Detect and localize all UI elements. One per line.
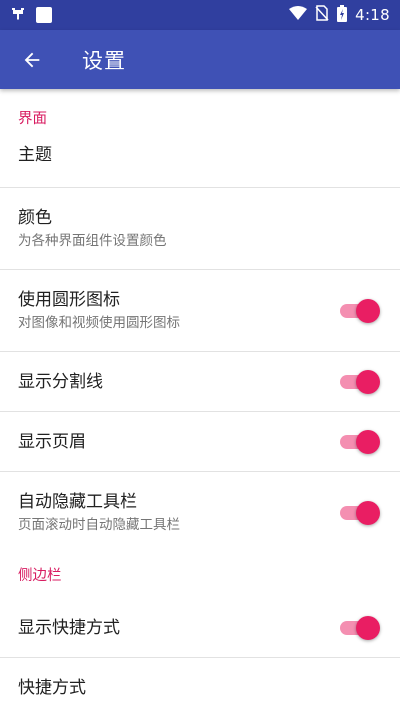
- setting-show-dividers[interactable]: 显示分割线: [0, 352, 400, 412]
- setting-circle-icons[interactable]: 使用圆形图标 对图像和视频使用圆形图标: [0, 270, 400, 352]
- arrow-left-icon: [24, 52, 40, 67]
- battery-charging-icon: [337, 4, 348, 26]
- app-bar: 设置: [0, 30, 400, 89]
- bug-icon: [10, 6, 26, 25]
- auto-hide-toolbar-toggle[interactable]: [338, 501, 380, 525]
- show-header-toggle[interactable]: [338, 429, 380, 454]
- section-header-sidebar: 侧边栏: [18, 568, 62, 584]
- setting-show-shortcuts[interactable]: 显示快捷方式: [0, 598, 400, 658]
- circle-icons-toggle[interactable]: [338, 298, 380, 323]
- setting-title: 颜色: [18, 207, 52, 228]
- setting-title: 主题: [18, 145, 52, 165]
- square-icon: [36, 7, 52, 23]
- status-bar: 4:18: [0, 0, 400, 30]
- show-shortcuts-toggle[interactable]: [338, 615, 380, 640]
- wifi-icon: [289, 6, 308, 24]
- setting-show-header[interactable]: 显示页眉: [0, 412, 400, 472]
- setting-color[interactable]: 颜色 为各种界面组件设置颜色: [0, 188, 400, 270]
- setting-shortcuts[interactable]: 快捷方式: [0, 658, 400, 718]
- clock: 4:18: [355, 6, 390, 24]
- page-title: 设置: [82, 48, 126, 73]
- no-sim-icon: [315, 5, 329, 25]
- section-header-interface: 界面: [18, 111, 47, 127]
- setting-title: 快捷方式: [18, 678, 86, 698]
- settings-list: 界面 主题 颜色 为各种界面组件设置颜色 使用圆形图标 对图像和视频使用圆形图标…: [0, 89, 400, 718]
- setting-theme[interactable]: 主题: [0, 144, 400, 188]
- back-button[interactable]: [18, 46, 46, 74]
- setting-auto-hide-toolbar[interactable]: 自动隐藏工具栏 页面滚动时自动隐藏工具栏: [0, 472, 400, 554]
- show-dividers-toggle[interactable]: [338, 369, 380, 394]
- setting-subtitle: 为各种界面组件设置颜色: [18, 232, 167, 249]
